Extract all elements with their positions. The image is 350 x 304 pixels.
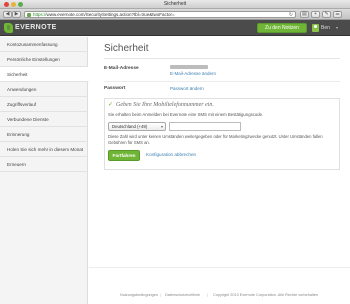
evernote-elephant-logo-icon[interactable] <box>4 23 13 33</box>
change-password-link[interactable]: Passwort ändern <box>170 86 204 91</box>
chevron-down-icon[interactable]: ▾ <box>336 25 338 30</box>
checkmark-icon: ✓ <box>108 102 114 108</box>
continue-button[interactable]: Fortfahren <box>108 150 140 161</box>
window-title: Sicherheit <box>163 1 187 7</box>
sidebar-item-security[interactable]: Sicherheit <box>0 67 89 82</box>
settings-sidebar: Kontozusammenfassung Persönliche Einstel… <box>0 37 89 304</box>
terms-link[interactable]: Nutzungsbedingungen <box>120 293 158 297</box>
secure-lock-icon <box>27 13 31 17</box>
sidebar-item-applications[interactable]: Anwendungen <box>0 82 88 97</box>
change-email-link[interactable]: E-Mail-Adresse ändern <box>170 71 216 76</box>
user-name[interactable]: Ben <box>321 25 330 31</box>
page-title: Sicherheit <box>104 43 149 54</box>
brand-name[interactable]: EVERNOTE <box>15 24 57 31</box>
wrench-icon[interactable]: ✎ <box>322 11 331 18</box>
sidebar-item-get-more[interactable]: Holen Sie sich mehr in diesem Monat <box>0 142 88 157</box>
url-host: www.evernote.com <box>46 12 85 17</box>
footer-divider <box>89 267 350 268</box>
chevron-down-icon: ▾ <box>160 124 163 129</box>
sidebar-item-reminders[interactable]: Erinnerung <box>0 127 88 142</box>
app-header: EVERNOTE Zu den Notizen Ben ▾ <box>0 20 350 36</box>
email-value-redacted <box>170 65 208 69</box>
phone-number-input[interactable] <box>169 122 241 131</box>
password-label: Passwort <box>104 86 126 91</box>
address-bar[interactable]: https://www.evernote.com/SecuritySetting… <box>24 11 296 18</box>
bookmark-icon[interactable]: ☰ <box>333 11 342 18</box>
mobile-description: Sie erhalten beim Anmelden bei Evernote … <box>108 112 264 117</box>
country-code-select[interactable]: Deutschland (+49) ▾ <box>108 122 166 131</box>
privacy-link[interactable]: Datenschutzrichtlinie <box>165 293 200 297</box>
url-scheme: https:// <box>33 12 47 17</box>
copyright-text: Copyright 2013 Evernote Corporation. All… <box>213 293 319 297</box>
title-divider <box>104 58 340 59</box>
footer-separator: | <box>160 293 161 297</box>
url-path: /SecuritySettings.action?tbl=true&twoFac… <box>84 12 175 17</box>
sidebar-item-account-summary[interactable]: Kontozusammenfassung <box>0 37 88 52</box>
sidebar-item-personal-settings[interactable]: Persönliche Einstellungen <box>0 52 88 67</box>
cancel-configuration-link[interactable]: Konfiguration abbrechen <box>146 152 196 157</box>
mobile-number-heading: Geben Sie Ihre Mobiltelefonnummer ein. <box>116 102 214 108</box>
sidebar-item-renew[interactable]: Erneuern <box>0 157 88 172</box>
book-icon[interactable]: ▤ <box>300 11 309 18</box>
forward-button[interactable]: ▶ <box>12 11 21 18</box>
reload-icon[interactable]: ↻ <box>289 12 293 18</box>
sidebar-item-access-history[interactable]: Zugriffsverlauf <box>0 97 88 112</box>
plus-icon[interactable]: + <box>311 11 320 18</box>
browser-toolbar: ◀ ▶ https://www.evernote.com/SecuritySet… <box>0 9 350 20</box>
go-to-notes-button[interactable]: Zu den Notizen <box>257 23 307 33</box>
sidebar-item-connected-services[interactable]: Verbundene Dienste <box>0 112 88 127</box>
row-divider <box>104 81 340 82</box>
email-label: E-Mail-Adresse <box>104 66 139 71</box>
window-titlebar: Sicherheit <box>0 0 350 9</box>
back-button[interactable]: ◀ <box>3 11 12 18</box>
url-text[interactable]: https://www.evernote.com/SecuritySetting… <box>33 12 291 18</box>
user-avatar-icon[interactable] <box>312 24 319 32</box>
sms-disclaimer: Diese Zahl wird unter keinen Umständen w… <box>108 134 323 145</box>
footer-separator: | <box>207 293 208 297</box>
country-code-value: Deutschland (+49) <box>112 124 148 129</box>
